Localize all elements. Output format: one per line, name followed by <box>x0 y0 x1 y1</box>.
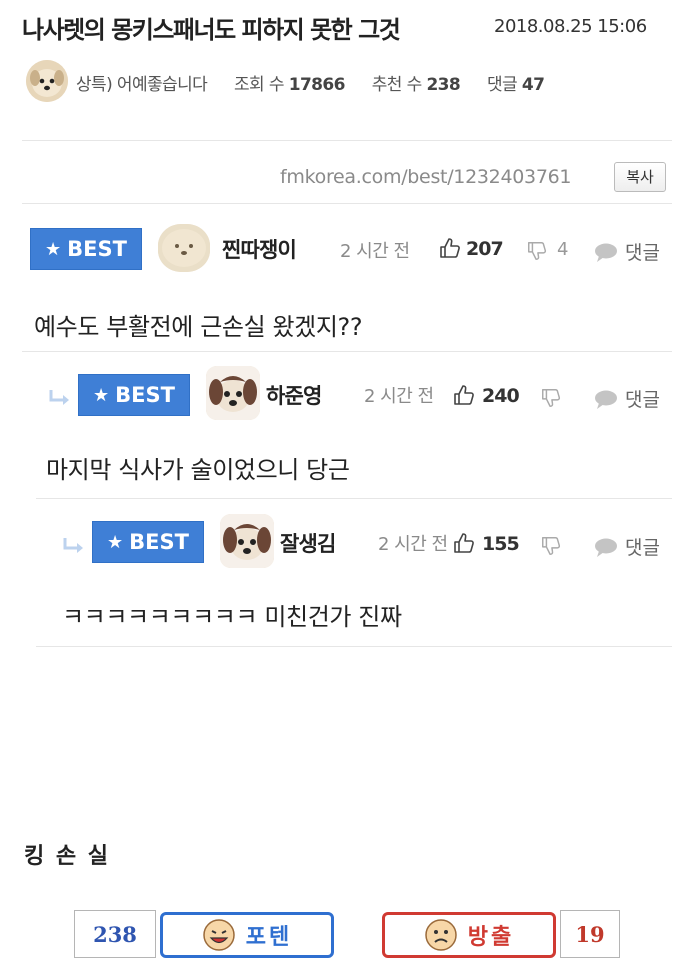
reply-label[interactable]: 댓글 <box>625 533 660 560</box>
dislike-count: 4 <box>557 239 569 260</box>
comment-time: 2 시간 전 <box>378 534 448 555</box>
sad-face-icon <box>425 919 457 951</box>
reply-arrow-icon <box>48 388 72 412</box>
like-count: 240 <box>482 385 520 407</box>
best-badge: ★ BEST <box>92 521 204 563</box>
recommend-count: 238 <box>426 75 461 95</box>
recommend-label: 추천 수 <box>371 75 423 95</box>
like-count: 207 <box>466 238 504 260</box>
star-icon: ★ <box>107 531 124 553</box>
post-date: 2018.08.25 15:06 <box>494 16 647 37</box>
speech-bubble-icon <box>595 390 617 409</box>
dislike-button[interactable] <box>540 387 562 413</box>
commenter-name[interactable]: 하준영 <box>266 380 322 410</box>
dislike-button[interactable] <box>540 535 562 561</box>
thumbs-up-icon <box>454 533 474 553</box>
commenter-avatar[interactable] <box>158 224 210 272</box>
upvote-label: 포텐 <box>245 925 293 950</box>
comments-label: 댓글 <box>486 75 518 95</box>
post-title: 나사렛의 몽키스패너도 피하지 못한 그것 <box>22 16 401 44</box>
comment-divider <box>22 351 672 352</box>
post-meta: 상특) 어예좋습니다 조회 수 17866 추천 수 238 댓글 47 <box>76 70 545 95</box>
comment-text: 예수도 부활전에 근손실 왔겠지?? <box>34 313 363 341</box>
like-button[interactable] <box>438 236 462 264</box>
dog-avatar-icon <box>26 60 68 102</box>
like-button[interactable] <box>452 531 476 559</box>
speech-bubble-icon <box>595 538 617 557</box>
dislike-button[interactable] <box>526 240 548 266</box>
dog-avatar-icon <box>220 514 274 568</box>
dog-avatar-icon <box>206 366 260 420</box>
smiley-icon <box>203 919 235 951</box>
commenter-name[interactable]: 찐따쟁이 <box>222 234 297 264</box>
upvote-count: 238 <box>74 910 156 958</box>
thumbs-down-icon <box>542 537 561 555</box>
post-caption: 킹 손 실 <box>24 844 111 869</box>
comment-time: 2 시간 전 <box>340 241 410 262</box>
thumbs-up-icon <box>440 238 460 258</box>
commenter-name[interactable]: 잘생김 <box>280 528 336 558</box>
comment-time: 2 시간 전 <box>364 386 434 407</box>
best-badge-label: BEST <box>129 530 189 554</box>
downvote-label: 방출 <box>467 925 515 950</box>
copy-url-button[interactable]: 복사 <box>614 162 666 192</box>
downvote-button[interactable]: 방출 <box>382 912 556 958</box>
reply-button[interactable] <box>594 242 618 266</box>
thumbs-up-icon <box>454 385 474 405</box>
header-divider <box>22 140 672 141</box>
speech-bubble-icon <box>595 243 617 262</box>
commenter-avatar[interactable] <box>206 366 260 420</box>
reply-label[interactable]: 댓글 <box>625 238 660 265</box>
star-icon: ★ <box>45 238 62 260</box>
reply-button[interactable] <box>594 389 618 413</box>
thumbs-down-icon <box>528 242 547 260</box>
best-badge: ★ BEST <box>78 374 190 416</box>
views-count: 17866 <box>288 75 346 95</box>
star-icon: ★ <box>93 384 110 406</box>
thumbs-down-icon <box>542 389 561 407</box>
comment-text: ㅋㅋㅋㅋㅋㅋㅋㅋㅋ 미친건가 진짜 <box>62 603 402 631</box>
comment-text: 마지막 식사가 술이었으니 당근 <box>46 456 350 484</box>
like-button[interactable] <box>452 383 476 411</box>
best-badge-label: BEST <box>115 383 175 407</box>
commenter-avatar[interactable] <box>220 514 274 568</box>
dog-avatar-icon <box>158 224 210 272</box>
url-divider <box>22 203 672 204</box>
post-url[interactable]: fmkorea.com/best/1232403761 <box>280 166 571 188</box>
author-avatar[interactable] <box>26 60 68 102</box>
upvote-button[interactable]: 포텐 <box>160 912 334 958</box>
like-count: 155 <box>482 533 520 555</box>
comment-divider <box>36 498 672 499</box>
author-name[interactable]: 상특) 어예좋습니다 <box>76 75 208 95</box>
reply-button[interactable] <box>594 537 618 561</box>
views-label: 조회 수 <box>233 75 285 95</box>
comments-count: 47 <box>521 75 545 95</box>
best-badge: ★ BEST <box>30 228 142 270</box>
downvote-count: 19 <box>560 910 620 958</box>
best-badge-label: BEST <box>67 237 127 261</box>
reply-arrow-icon <box>62 536 86 560</box>
comment-divider <box>36 646 672 647</box>
reply-label[interactable]: 댓글 <box>625 385 660 412</box>
